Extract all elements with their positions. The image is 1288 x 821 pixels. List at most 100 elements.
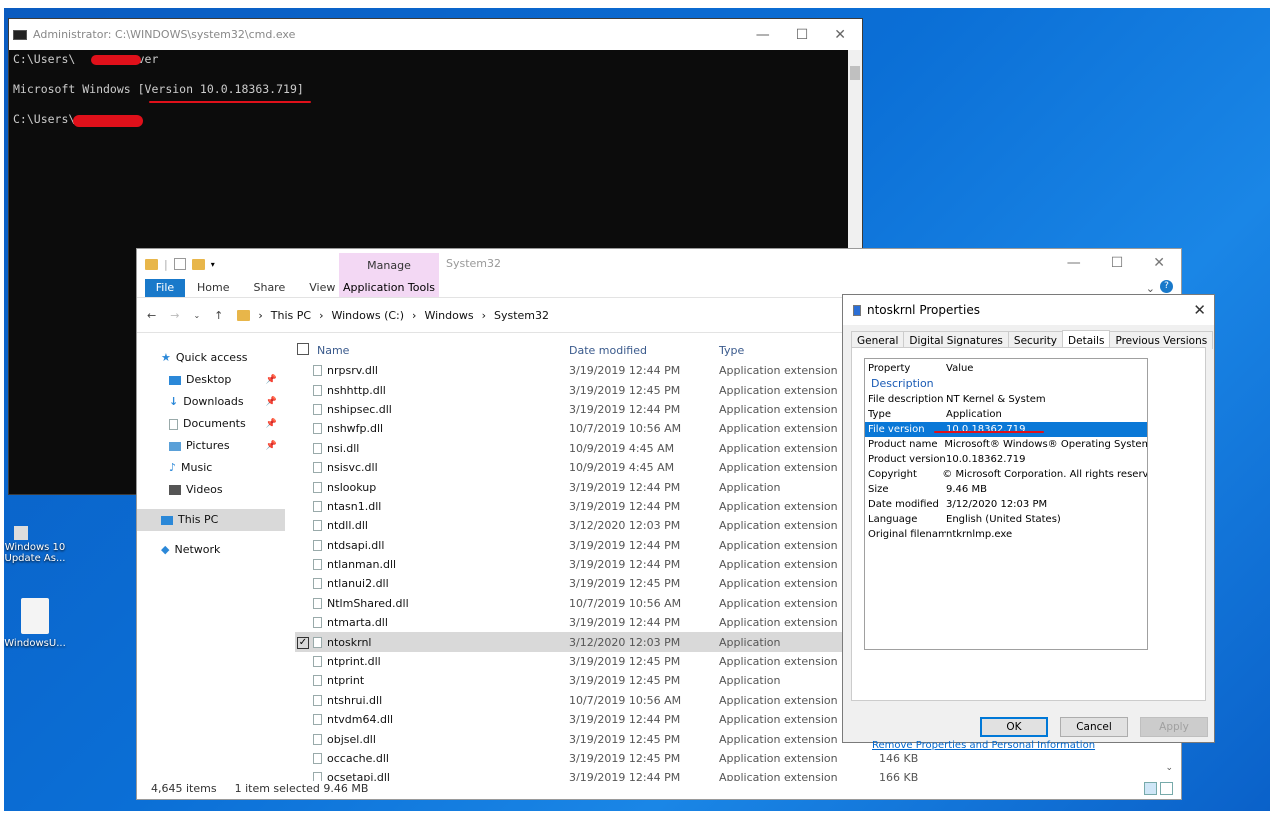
property-row[interactable]: Copyright © Microsoft Corporation. All ri… (865, 467, 1147, 482)
nav-downloads[interactable]: ↓ Downloads 📌 (137, 391, 285, 413)
help-icon[interactable]: ? (1160, 280, 1173, 293)
back-icon[interactable]: ← (147, 309, 156, 322)
apply-button[interactable]: Apply (1140, 717, 1208, 737)
column-name[interactable]: Name (313, 344, 569, 357)
ribbon-expand-icon[interactable]: ⌄ (1146, 282, 1155, 295)
column-date[interactable]: Date modified (569, 344, 719, 357)
properties-icon[interactable] (173, 258, 186, 270)
row-checkbox[interactable]: ✓ (297, 637, 309, 650)
scroll-down-icon[interactable]: ⌄ (1165, 763, 1173, 773)
property-row[interactable]: Size 9.46 MB (865, 482, 1147, 497)
desktop-icon-file[interactable]: WindowsU... (4, 598, 66, 649)
properties-dialog[interactable]: ntoskrnl Properties ✕ General Digital Si… (842, 294, 1215, 751)
underline-mark (149, 101, 311, 103)
dll-file-icon (313, 617, 322, 629)
breadcrumb-system32[interactable]: System32 (494, 309, 549, 322)
nav-network[interactable]: ◆ Network (137, 539, 285, 561)
forward-icon[interactable]: → (170, 309, 179, 322)
file-name: nsi.dll (327, 441, 360, 455)
file-name: nshhttp.dll (327, 383, 386, 397)
dll-file-icon (313, 500, 322, 512)
property-row[interactable]: Original filename ntkrnlmp.exe (865, 527, 1147, 542)
up-icon[interactable]: ↑ (214, 309, 223, 322)
tab-file[interactable]: File (145, 279, 185, 297)
chevron-right-icon[interactable]: › (482, 309, 486, 322)
tab-share[interactable]: Share (241, 279, 297, 297)
nav-music[interactable]: ♪ Music (137, 457, 285, 479)
property-name: File version (868, 424, 925, 435)
close-icon[interactable]: ✕ (834, 27, 846, 43)
tab-manage[interactable]: Manage (339, 253, 439, 279)
breadcrumb-windows-c[interactable]: Windows (C:) (331, 309, 404, 322)
property-value: Microsoft® Windows® Operating System (944, 439, 1147, 450)
close-icon[interactable]: ✕ (1153, 255, 1165, 271)
minimize-icon[interactable]: — (1067, 255, 1081, 271)
nav-desktop[interactable]: Desktop 📌 (137, 369, 285, 391)
nav-quick-access[interactable]: ★ Quick access (137, 347, 285, 369)
property-row[interactable]: Language English (United States) (865, 512, 1147, 527)
large-icons-view-icon[interactable] (1160, 782, 1173, 795)
nav-documents[interactable]: Documents 📌 (137, 413, 285, 435)
property-row[interactable]: Product name Microsoft® Windows® Operatin… (865, 437, 1147, 452)
file-date: 10/7/2019 10:56 AM (569, 693, 682, 707)
tab-application-tools[interactable]: Application Tools (339, 279, 439, 297)
breadcrumb-windows[interactable]: Windows (424, 309, 473, 322)
recent-dropdown-icon[interactable]: ⌄ (193, 311, 200, 320)
file-size: 146 KB (879, 752, 919, 765)
desktop-icon-update-assistant[interactable]: Windows 10 Update As... (4, 526, 66, 564)
dialog-titlebar[interactable]: ntoskrnl Properties ✕ (843, 295, 1214, 325)
property-list[interactable]: Property Value Description File descript… (864, 358, 1148, 650)
property-row[interactable]: Product version 10.0.18362.719 (865, 452, 1147, 467)
property-row[interactable]: File description NT Kernel & System (865, 392, 1147, 407)
pin-icon[interactable]: 📌 (266, 369, 277, 391)
item-count: 4,645 items (151, 781, 217, 795)
nav-label: Documents (183, 417, 246, 430)
maximize-icon[interactable]: ☐ (796, 27, 809, 43)
divider: | (164, 257, 168, 271)
dialog-title: ntoskrnl Properties (867, 303, 980, 317)
pin-icon[interactable]: 📌 (266, 435, 277, 457)
value-column[interactable]: Value (946, 361, 973, 376)
property-column[interactable]: Property (868, 361, 946, 376)
file-date: 3/19/2019 12:44 PM (569, 538, 681, 552)
details-panel: Property Value Description File descript… (851, 347, 1206, 751)
new-folder-icon[interactable] (191, 258, 205, 270)
desktop-icon-label: Windows 10 Update As... (4, 542, 66, 564)
file-date: 3/19/2019 12:44 PM (569, 616, 681, 630)
nav-this-pc[interactable]: This PC (137, 509, 285, 531)
star-icon: ★ (161, 351, 171, 364)
tab-home[interactable]: Home (185, 279, 241, 297)
nav-videos[interactable]: Videos (137, 479, 285, 501)
file-name: ntdsapi.dll (327, 538, 385, 552)
cmd-titlebar[interactable]: Administrator: C:\WINDOWS\system32\cmd.e… (9, 19, 862, 50)
chevron-right-icon[interactable]: › (319, 309, 323, 322)
chevron-right-icon[interactable]: › (412, 309, 416, 322)
file-date: 10/7/2019 10:56 AM (569, 596, 682, 610)
file-name: ntasn1.dll (327, 499, 382, 513)
property-row[interactable]: Type Application (865, 407, 1147, 422)
nav-label: Videos (186, 483, 223, 496)
select-all-checkbox[interactable] (297, 342, 309, 355)
pin-icon[interactable]: 📌 (266, 391, 277, 413)
property-name: Type (868, 409, 891, 420)
property-row[interactable]: Date modified 3/12/2020 12:03 PM (865, 497, 1147, 512)
file-name: ntvdm64.dll (327, 713, 394, 727)
file-row[interactable]: occache.dll 3/19/2019 12:45 PM Application… (295, 749, 1181, 768)
explorer-titlebar[interactable]: | ▾ Manage System32 — ☐ ✕ (137, 249, 1181, 279)
property-name: Original filename (868, 529, 946, 540)
property-row[interactable]: File version 10.0.18362.719 (865, 422, 1147, 437)
nav-pictures[interactable]: Pictures 📌 (137, 435, 285, 457)
ok-button[interactable]: OK (980, 717, 1048, 737)
details-view-icon[interactable] (1144, 782, 1157, 795)
file-date: 3/19/2019 12:44 PM (569, 499, 681, 513)
breadcrumb-this-pc[interactable]: This PC (271, 309, 311, 322)
minimize-icon[interactable]: — (756, 27, 770, 43)
close-icon[interactable]: ✕ (1193, 301, 1214, 319)
qat-dropdown-icon[interactable]: ▾ (211, 260, 215, 269)
chevron-right-icon[interactable]: › (258, 309, 262, 322)
window-title: System32 (446, 257, 502, 270)
maximize-icon[interactable]: ☐ (1111, 255, 1124, 271)
pin-icon[interactable]: 📌 (266, 413, 277, 435)
remove-properties-link[interactable]: Remove Properties and Personal Informati… (872, 740, 1095, 751)
cancel-button[interactable]: Cancel (1060, 717, 1128, 737)
